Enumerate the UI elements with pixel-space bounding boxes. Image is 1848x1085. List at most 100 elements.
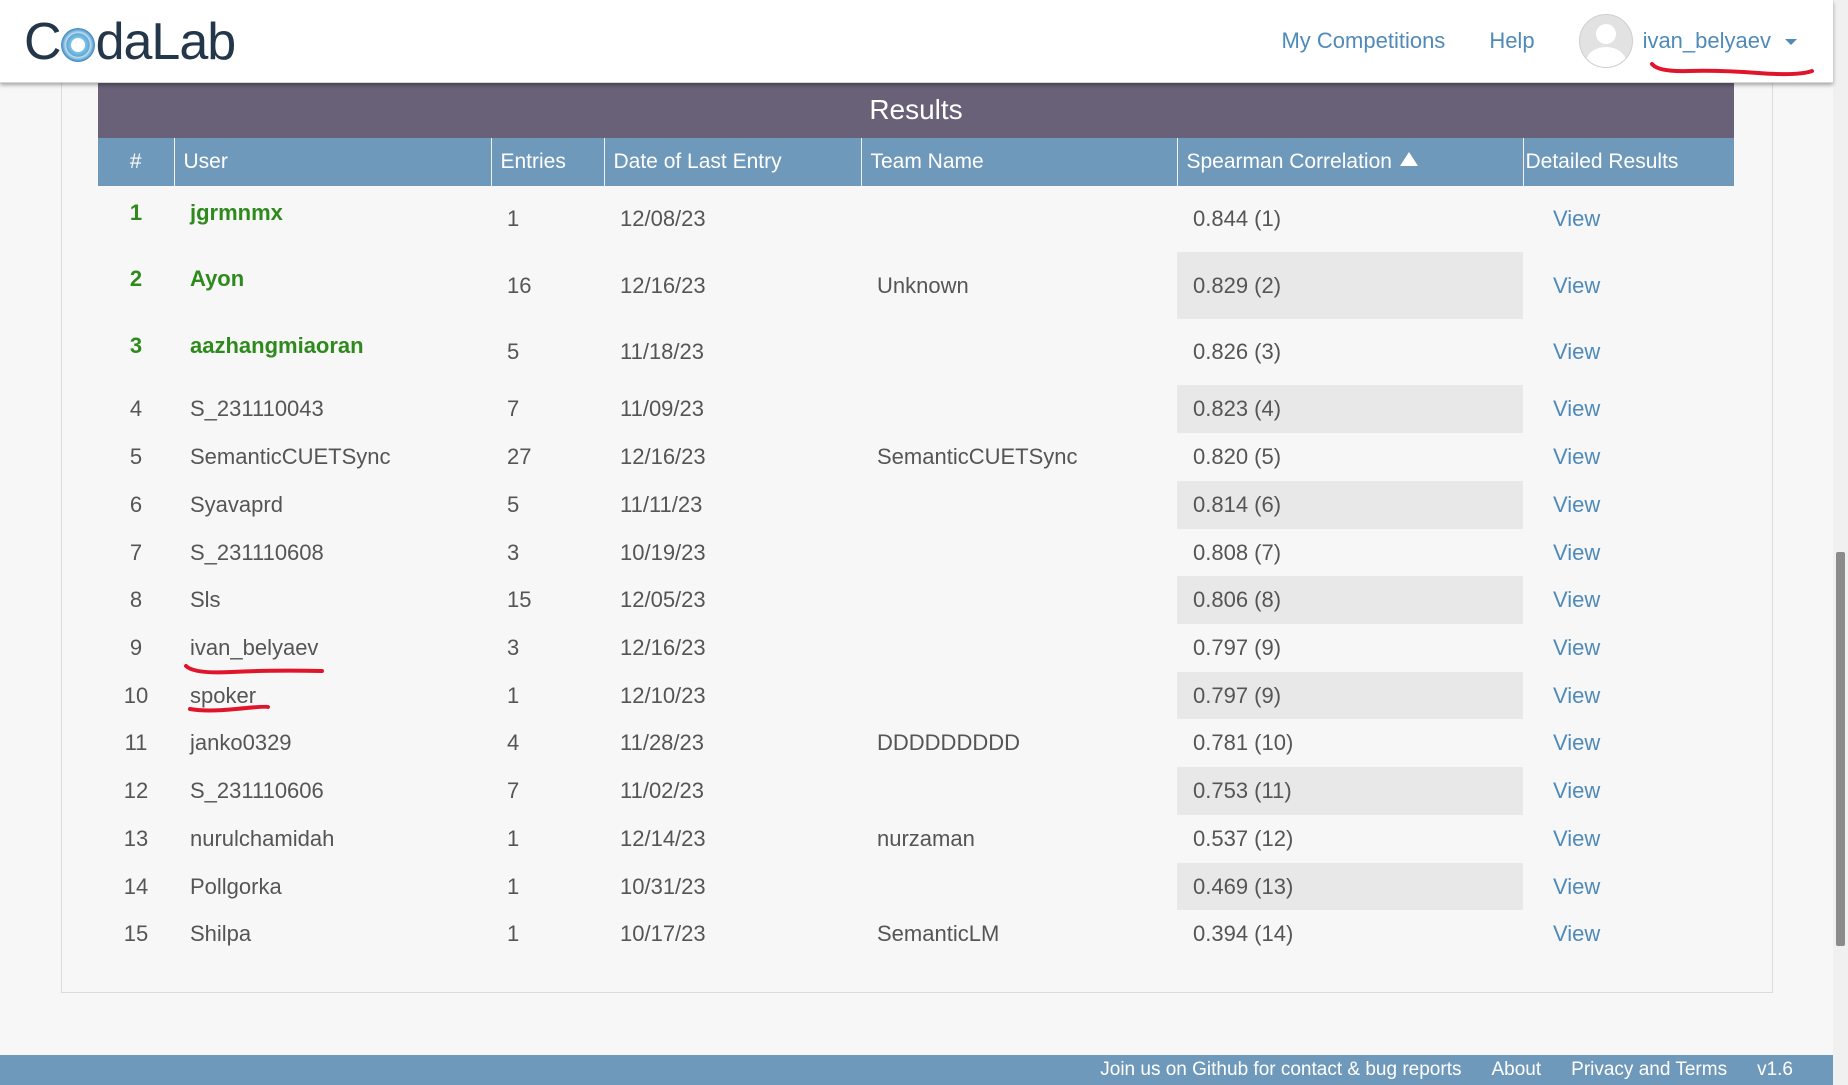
avatar[interactable] <box>1578 14 1633 68</box>
cell-team <box>861 767 1177 815</box>
cell-date: 11/18/23 <box>604 319 861 385</box>
table-row: 2 Ayon 16 12/16/23 Unknown 0.829 (2) View <box>98 252 1734 319</box>
table-row: 10 spoker 1 12/10/23 0.797 (9) View <box>98 672 1734 719</box>
cell-entries: 1 <box>491 815 604 863</box>
col-date[interactable]: Date of Last Entry <box>604 138 862 186</box>
cell-user: Pollgorka <box>174 863 491 910</box>
table-row: 11 janko0329 4 11/28/23 DDDDDDDDD 0.781 (10) V… <box>98 719 1734 767</box>
table-row: 12 S_231110606 7 11/02/23 0.753 (11) View <box>98 767 1734 815</box>
cell-team <box>861 529 1177 576</box>
cell-score: 0.826 (3) <box>1177 319 1523 385</box>
cell-score: 0.808 (7) <box>1177 529 1523 576</box>
cell-team <box>861 186 1177 252</box>
cell-rank: 6 <box>98 481 174 529</box>
footer-privacy-link[interactable]: Privacy and Terms <box>1571 1059 1727 1081</box>
view-link[interactable]: View <box>1539 206 1600 231</box>
cell-rank: 8 <box>98 576 174 624</box>
col-rank[interactable]: # <box>98 138 175 186</box>
table-row: 1 jgrmnmx 1 12/08/23 0.844 (1) View <box>98 186 1734 252</box>
cell-user: Shilpa <box>174 910 491 958</box>
cell-user: S_231110608 <box>174 529 491 576</box>
cell-rank: 4 <box>98 385 174 433</box>
cell-score: 0.394 (14) <box>1177 910 1523 958</box>
cell-date: 11/09/23 <box>604 385 861 433</box>
cell-score: 0.829 (2) <box>1177 252 1523 319</box>
cell-rank: 11 <box>98 719 174 767</box>
col-user[interactable]: User <box>174 138 492 186</box>
cell-rank: 3 <box>98 319 174 385</box>
cell-rank: 5 <box>98 433 174 481</box>
table-row: 7 S_231110608 3 10/19/23 0.808 (7) View <box>98 529 1734 576</box>
nav-my-competitions[interactable]: My Competitions <box>1281 28 1445 54</box>
view-link[interactable]: View <box>1539 778 1600 803</box>
cell-detail: View <box>1523 529 1734 576</box>
view-link[interactable]: View <box>1539 444 1600 469</box>
table-row: 14 Pollgorka 1 10/31/23 0.469 (13) View <box>98 863 1734 910</box>
cell-detail: View <box>1523 719 1734 767</box>
view-link[interactable]: View <box>1539 587 1600 612</box>
results-title: Results <box>98 82 1734 138</box>
cell-score: 0.469 (13) <box>1177 863 1523 910</box>
cell-detail: View <box>1523 863 1734 910</box>
cell-date: 12/16/23 <box>604 252 861 319</box>
cell-detail: View <box>1523 319 1734 385</box>
cell-entries: 3 <box>491 529 604 576</box>
view-link[interactable]: View <box>1539 492 1600 517</box>
cell-user: S_231110606 <box>174 767 491 815</box>
footer-version: v1.6 <box>1757 1059 1793 1080</box>
cell-team <box>861 672 1177 719</box>
view-link[interactable]: View <box>1539 339 1600 364</box>
view-link[interactable]: View <box>1539 683 1600 708</box>
cell-rank: 14 <box>98 863 174 910</box>
cell-rank: 10 <box>98 672 174 719</box>
view-link[interactable]: View <box>1539 273 1600 298</box>
view-link[interactable]: View <box>1539 396 1600 421</box>
col-detail[interactable]: Detailed Results <box>1523 138 1734 186</box>
view-link[interactable]: View <box>1539 874 1600 899</box>
scrollbar[interactable] <box>1833 0 1848 1085</box>
cell-detail: View <box>1523 576 1734 624</box>
scrollbar-thumb[interactable] <box>1836 552 1845 946</box>
cell-score: 0.537 (12) <box>1177 815 1523 863</box>
cell-entries: 1 <box>491 186 604 252</box>
cell-date: 12/16/23 <box>604 433 861 481</box>
cell-rank: 9 <box>98 624 174 672</box>
cell-detail: View <box>1523 186 1734 252</box>
table-header-row: # User Entries Date of Last Entry Team N… <box>98 138 1734 186</box>
cell-team: nurzaman <box>861 815 1177 863</box>
view-link[interactable]: View <box>1539 540 1600 565</box>
cell-team: DDDDDDDDD <box>861 719 1177 767</box>
cell-user: aazhangmiaoran <box>174 319 491 385</box>
cell-detail: View <box>1523 815 1734 863</box>
col-entries[interactable]: Entries <box>491 138 605 186</box>
cell-date: 11/28/23 <box>604 719 861 767</box>
cell-entries: 1 <box>491 863 604 910</box>
footer-about-link[interactable]: About <box>1491 1059 1541 1081</box>
view-link[interactable]: View <box>1539 826 1600 851</box>
view-link[interactable]: View <box>1539 730 1600 755</box>
table-row: 9 ivan_belyaev 3 12/16/23 0.797 (9) View <box>98 624 1734 672</box>
cell-entries: 15 <box>491 576 604 624</box>
user-menu[interactable]: ivan_belyaev <box>1643 28 1797 54</box>
cell-entries: 5 <box>491 481 604 529</box>
cell-score: 0.823 (4) <box>1177 385 1523 433</box>
view-link[interactable]: View <box>1539 635 1600 660</box>
table-row: 8 Sls 15 12/05/23 0.806 (8) View <box>98 576 1734 624</box>
col-team[interactable]: Team Name <box>861 138 1178 186</box>
cell-user: Sls <box>174 576 491 624</box>
logo-globe-icon <box>60 28 95 62</box>
cell-detail: View <box>1523 672 1734 719</box>
nav-help[interactable]: Help <box>1489 28 1534 54</box>
codalab-logo[interactable]: CdaLab <box>24 14 236 70</box>
view-link[interactable]: View <box>1539 921 1600 946</box>
cell-user: Syavaprd <box>174 481 491 529</box>
table-row: 6 Syavaprd 5 11/11/23 0.814 (6) View <box>98 481 1734 529</box>
caret-down-icon <box>1785 39 1797 46</box>
col-score[interactable]: Spearman Correlation <box>1177 138 1524 186</box>
cell-entries: 16 <box>491 252 604 319</box>
cell-team <box>861 863 1177 910</box>
cell-date: 10/19/23 <box>604 529 861 576</box>
footer-github-link[interactable]: Join us on Github for contact & bug repo… <box>1100 1059 1461 1081</box>
cell-score: 0.820 (5) <box>1177 433 1523 481</box>
cell-date: 12/14/23 <box>604 815 861 863</box>
